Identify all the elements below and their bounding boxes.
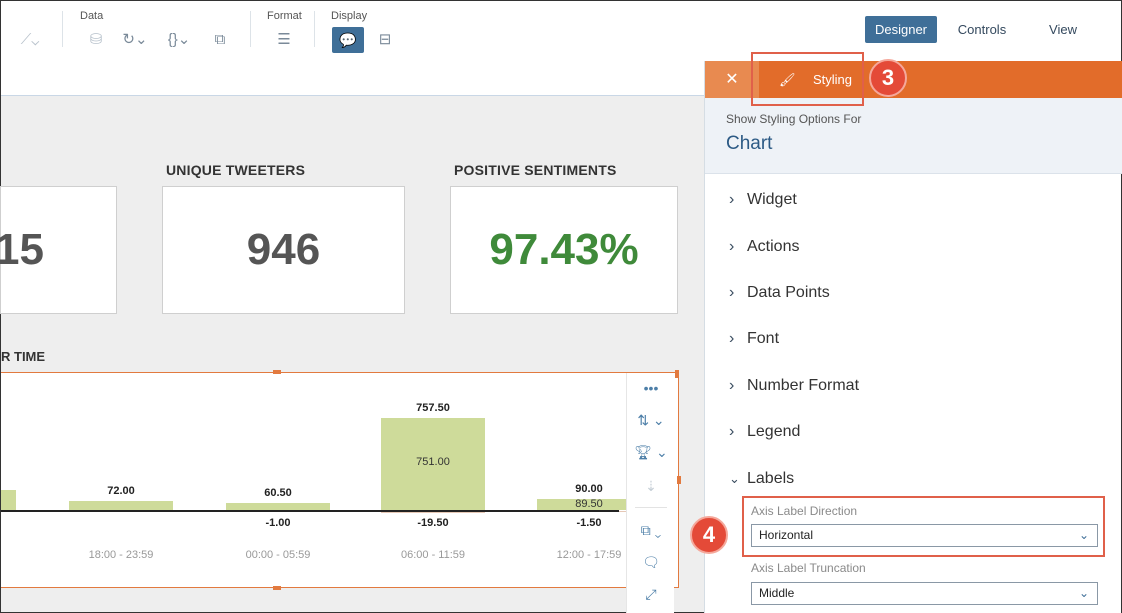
data-label: 60.50 xyxy=(264,486,292,499)
section-widget[interactable]: › Widget xyxy=(729,191,797,209)
chevron-right-icon: › xyxy=(729,191,735,208)
highlight-axis-direction xyxy=(742,496,1105,557)
mode-view-button[interactable]: View xyxy=(1029,16,1097,43)
resize-handle[interactable] xyxy=(273,370,281,374)
kpi-card[interactable]: 97.43% xyxy=(450,186,678,314)
comment-mode-icon[interactable]: 💬 xyxy=(332,27,364,53)
axis-label-truncation-select[interactable]: Middle ⌄ xyxy=(751,582,1098,605)
panel-layout-icon[interactable]: ⊟ xyxy=(371,25,399,55)
highlight-styling-tab xyxy=(751,52,864,106)
ranking-icon[interactable]: 🏆︎ ⌄ xyxy=(627,441,675,463)
kpi-card[interactable]: 946 xyxy=(162,186,405,314)
drill-icon[interactable]: ⇣ xyxy=(627,475,675,497)
format-list-icon[interactable]: ☰ xyxy=(269,25,299,55)
section-labels[interactable]: ⌄ Labels xyxy=(729,470,794,488)
chevron-down-icon: ⌄ xyxy=(1078,586,1089,600)
select-value: Middle xyxy=(759,586,795,600)
section-legend[interactable]: › Legend xyxy=(729,423,800,441)
group-label-format: Format xyxy=(267,10,302,22)
section-label: Legend xyxy=(747,423,801,440)
panel-title: Chart xyxy=(726,133,773,154)
data-label: 72.00 xyxy=(107,485,135,498)
sort-icon[interactable]: ⇅ ⌄ xyxy=(627,409,675,431)
chevron-down-icon: ⌄ xyxy=(729,471,740,486)
group-label-data: Data xyxy=(80,10,104,22)
section-font[interactable]: › Font xyxy=(729,330,779,348)
toolbar-separator xyxy=(314,11,315,47)
section-actions[interactable]: › Actions xyxy=(729,238,799,256)
panel-header: Show Styling Options For Chart xyxy=(705,98,1122,174)
toolbar-separator xyxy=(250,11,251,47)
copy-icon[interactable]: ⧉ ⌄ xyxy=(627,519,675,541)
kpi-value: 15 xyxy=(0,225,44,274)
formula-icon[interactable]: {}⌄ xyxy=(161,25,197,55)
chevron-right-icon: › xyxy=(729,284,735,301)
resize-handle[interactable] xyxy=(273,586,281,590)
axis-tick-label: 18:00 - 23:59 xyxy=(88,549,154,561)
kpi-title: POSITIVE SENTIMENTS xyxy=(454,162,617,178)
chevron-right-icon: › xyxy=(729,330,735,347)
section-label: Labels xyxy=(747,470,795,487)
resize-handle[interactable] xyxy=(675,370,679,378)
axis-tick-label: 06:00 - 11:59 xyxy=(400,549,465,561)
axis-tick-label: 00:00 - 05:59 xyxy=(245,549,311,561)
section-data-points[interactable]: › Data Points xyxy=(729,284,830,302)
section-label: Font xyxy=(747,330,780,347)
database-icon[interactable]: ⛁ xyxy=(81,25,111,55)
section-label: Number Format xyxy=(747,377,860,394)
kpi-value: 946 xyxy=(246,225,321,274)
mode-designer-button[interactable]: Designer xyxy=(865,16,937,43)
step-badge-4: 4 xyxy=(690,516,728,554)
step-badge-3: 3 xyxy=(869,59,907,97)
data-label-negative: -1.00 xyxy=(265,517,291,529)
chevron-right-icon: › xyxy=(729,423,735,440)
kpi-title: UNIQUE TWEETERS xyxy=(166,162,306,178)
group-label-display: Display xyxy=(331,10,368,22)
panel-subtitle: Show Styling Options For xyxy=(726,112,862,126)
kpi-value: 97.43% xyxy=(489,225,639,274)
toolbar-separator xyxy=(62,11,63,47)
data-label-negative: -19.50 xyxy=(417,517,449,529)
data-label: 757.50 xyxy=(416,402,450,414)
chart-toolbar: ••• ⇅ ⌄ 🏆︎ ⌄ ⇣ ⧉ ⌄ 🗨︎ ⤢ xyxy=(626,373,674,613)
fullscreen-icon[interactable]: ⤢ xyxy=(627,583,675,605)
section-number-format[interactable]: › Number Format xyxy=(729,377,859,395)
data-label-inner: 751.00 xyxy=(416,456,450,468)
chevron-right-icon: › xyxy=(729,238,735,255)
mode-controls-button[interactable]: Controls xyxy=(946,16,1018,43)
chart-bar xyxy=(69,501,173,510)
copy-widget-icon[interactable]: ⧉ xyxy=(206,25,234,55)
toolbar-divider xyxy=(635,507,667,508)
add-comment-icon[interactable]: 🗨︎ xyxy=(627,551,675,573)
chart-title: R TIME xyxy=(1,349,46,364)
section-label: Widget xyxy=(747,191,797,208)
chart-baseline xyxy=(1,510,619,512)
resize-handle[interactable] xyxy=(677,476,681,484)
chevron-right-icon: › xyxy=(729,377,735,394)
axis-label-truncation-label: Axis Label Truncation xyxy=(751,561,866,575)
chart-bar xyxy=(1,490,16,510)
refresh-icon[interactable]: ↻⌄ xyxy=(119,25,151,55)
more-options-icon[interactable]: ••• xyxy=(627,377,675,399)
kpi-card[interactable]: 15 xyxy=(0,186,117,314)
section-label: Actions xyxy=(747,238,800,255)
chart-bar xyxy=(226,502,330,510)
section-label: Data Points xyxy=(747,284,830,301)
connector-icon[interactable]: ⟋⌄ xyxy=(15,25,45,55)
